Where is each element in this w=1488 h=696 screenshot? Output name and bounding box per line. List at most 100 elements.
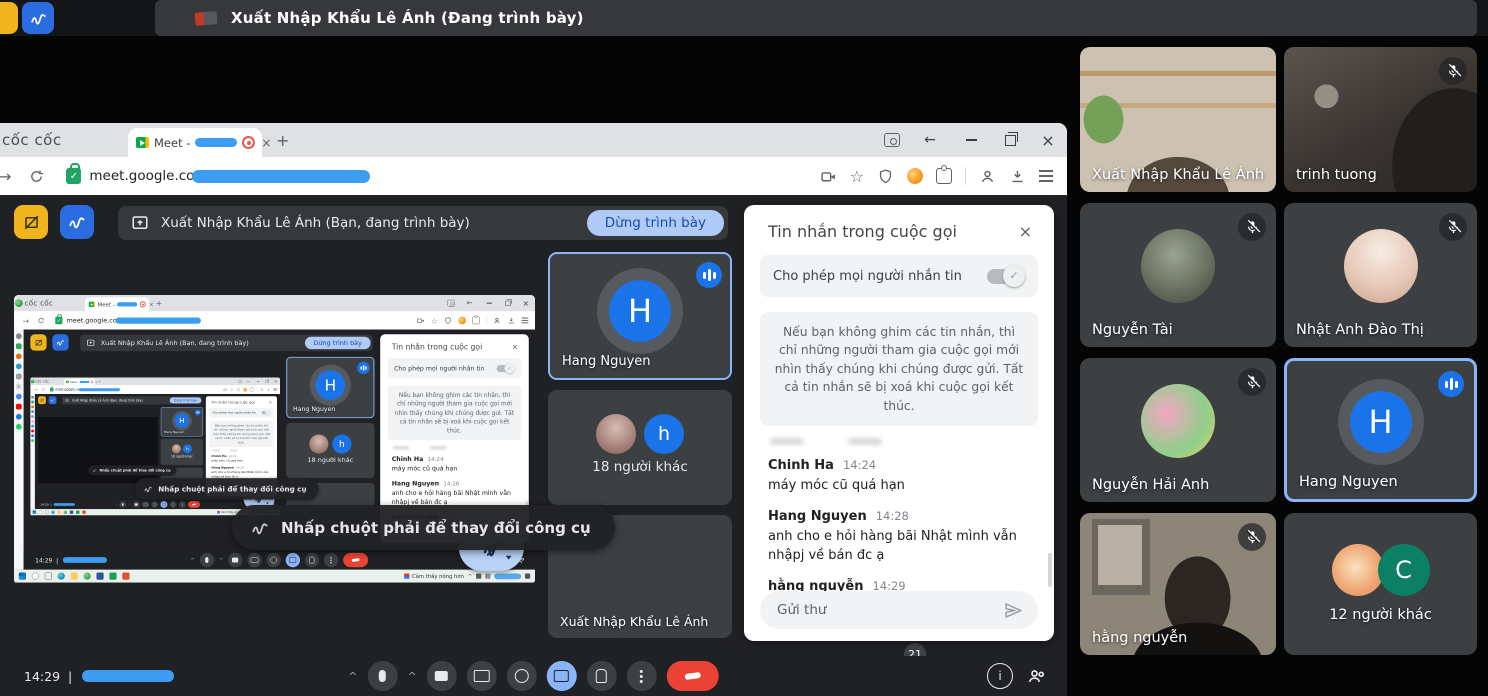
tray-expand-icon[interactable]: ^ [468,573,472,579]
restore-button[interactable] [265,379,270,384]
secure-lock-icon[interactable]: ✓ [50,388,53,392]
mic-options-icon[interactable]: ^ [115,503,117,506]
chat-close-icon[interactable]: × [269,400,272,404]
restore-button[interactable] [1000,130,1020,150]
forward-icon[interactable]: → [0,167,11,186]
present-button[interactable] [160,501,167,508]
bookmark-star-icon[interactable]: ☆ [431,316,438,325]
profile-icon[interactable] [979,168,996,185]
address-bar[interactable]: → ✓ meet.google.co ☆ [30,385,280,394]
camera-options-icon[interactable]: ^ [129,503,131,506]
facebook-icon[interactable] [16,414,22,420]
search-tabs-button[interactable] [882,130,902,150]
word-icon[interactable] [96,573,103,580]
address-bar[interactable]: → ✓ meet.google.co ☆ [0,157,1067,195]
tile-hang-nguyen[interactable]: H Hang Nguyen [286,357,374,418]
allow-messages-toggle[interactable]: ✓ [987,269,1023,284]
end-call-button[interactable] [188,501,200,508]
history-back-button[interactable]: ← [920,130,940,150]
camtasia-icon[interactable] [109,573,116,580]
mic-button[interactable] [368,661,398,691]
tab-close-icon[interactable]: × [149,301,154,308]
app-icon[interactable] [31,405,34,408]
trends-icon[interactable] [31,415,34,418]
powerpoint-icon[interactable] [122,573,129,580]
weather-widget[interactable]: Cảm thấy nóng hơn [404,573,464,579]
annotation-pen-button[interactable] [49,396,57,404]
chat-close-icon[interactable]: × [512,342,518,351]
info-icon[interactable]: i [987,663,1013,689]
whatsapp-icon[interactable] [16,424,22,430]
address-bar[interactable]: → ✓ meet.google.co ☆ [14,311,535,329]
camera-options-icon[interactable]: ^ [408,670,417,683]
new-tab-button[interactable]: + [98,379,101,383]
screenshot-tray-icon[interactable] [525,573,530,578]
secure-lock-icon[interactable]: ✓ [55,317,62,325]
facebook-icon[interactable] [31,434,34,437]
menu-icon[interactable] [1039,170,1053,181]
send-icon[interactable] [1003,600,1024,621]
restore-button[interactable] [503,298,513,308]
search-tabs-button[interactable] [238,379,243,384]
start-button[interactable] [33,510,36,513]
add-app-icon[interactable]: + [16,384,22,390]
file-explorer-icon[interactable] [57,510,60,513]
participant-tile[interactable]: Xuất Nhập Khẩu Lê Ánh [1080,47,1276,192]
camera-permission-icon[interactable] [820,168,837,185]
browser-tab-meet[interactable]: Meet - × [64,379,95,386]
reactions-button[interactable] [507,661,537,691]
contacts-icon[interactable] [31,425,34,428]
reactions-button[interactable] [266,553,280,567]
chat-input[interactable]: Gửi thư [760,591,1038,629]
reactions-button[interactable] [151,501,158,508]
search-icon[interactable] [32,573,39,580]
bookmark-star-icon[interactable]: ☆ [230,387,233,391]
history-back-button[interactable]: ← [246,379,251,384]
camera-button[interactable] [228,553,242,567]
search-icon[interactable] [39,510,42,513]
stop-presenting-button[interactable]: Dừng trình bày [170,397,202,403]
reload-icon[interactable] [29,169,44,184]
browser-tab-meet[interactable]: Meet - × [85,297,149,311]
people-icon[interactable] [1027,666,1047,686]
menu-icon[interactable] [522,318,529,323]
url-text[interactable]: meet.google.co [55,388,79,392]
annotation-pointer-button[interactable] [30,334,46,350]
camera-button[interactable] [133,501,140,508]
coccoc-rewards-icon[interactable] [907,168,923,184]
coccoc-taskbar-icon[interactable] [64,510,67,513]
whatsapp-icon[interactable] [31,439,34,442]
shield-icon[interactable] [444,316,452,324]
annotation-pen-button[interactable] [52,334,68,350]
annotation-pointer-button[interactable] [38,396,46,404]
raise-hand-button[interactable] [587,661,617,691]
new-tab-button[interactable]: + [156,299,162,308]
powerpoint-icon[interactable] [82,510,85,513]
browser-tab-meet[interactable]: Meet - × [128,128,262,157]
start-button[interactable] [19,573,26,580]
reload-icon[interactable] [38,317,45,324]
tray-icon[interactable] [476,573,481,578]
download-icon[interactable] [267,388,271,392]
trends-icon[interactable] [16,374,22,380]
close-window-button[interactable]: × [1038,130,1058,150]
coccoc-rewards-icon[interactable] [243,388,247,392]
mic-button[interactable] [200,553,214,567]
shield-icon[interactable] [877,168,894,185]
shield-icon[interactable] [236,388,240,392]
tile-others[interactable]: h 18 người khác [286,423,374,478]
bookmark-star-icon[interactable]: ☆ [850,167,864,186]
file-explorer-icon[interactable] [71,573,78,580]
mic-options-icon[interactable]: ^ [191,557,195,563]
more-options-button[interactable] [324,553,338,567]
tile-others[interactable]: h 18 người khác [161,439,203,465]
stop-presenting-button[interactable]: Dừng trình bày [305,337,371,349]
chat-close-icon[interactable]: × [1019,222,1032,241]
download-icon[interactable] [1009,168,1026,185]
forward-icon[interactable]: → [34,387,37,391]
participant-tile[interactable]: Nguyễn Hải Anh [1080,358,1276,502]
tile-hang-nguyen[interactable]: H Hang Nguyen [161,407,203,436]
app-icon[interactable] [16,353,22,359]
forward-icon[interactable]: → [23,316,29,325]
youtube-icon[interactable] [31,430,34,433]
